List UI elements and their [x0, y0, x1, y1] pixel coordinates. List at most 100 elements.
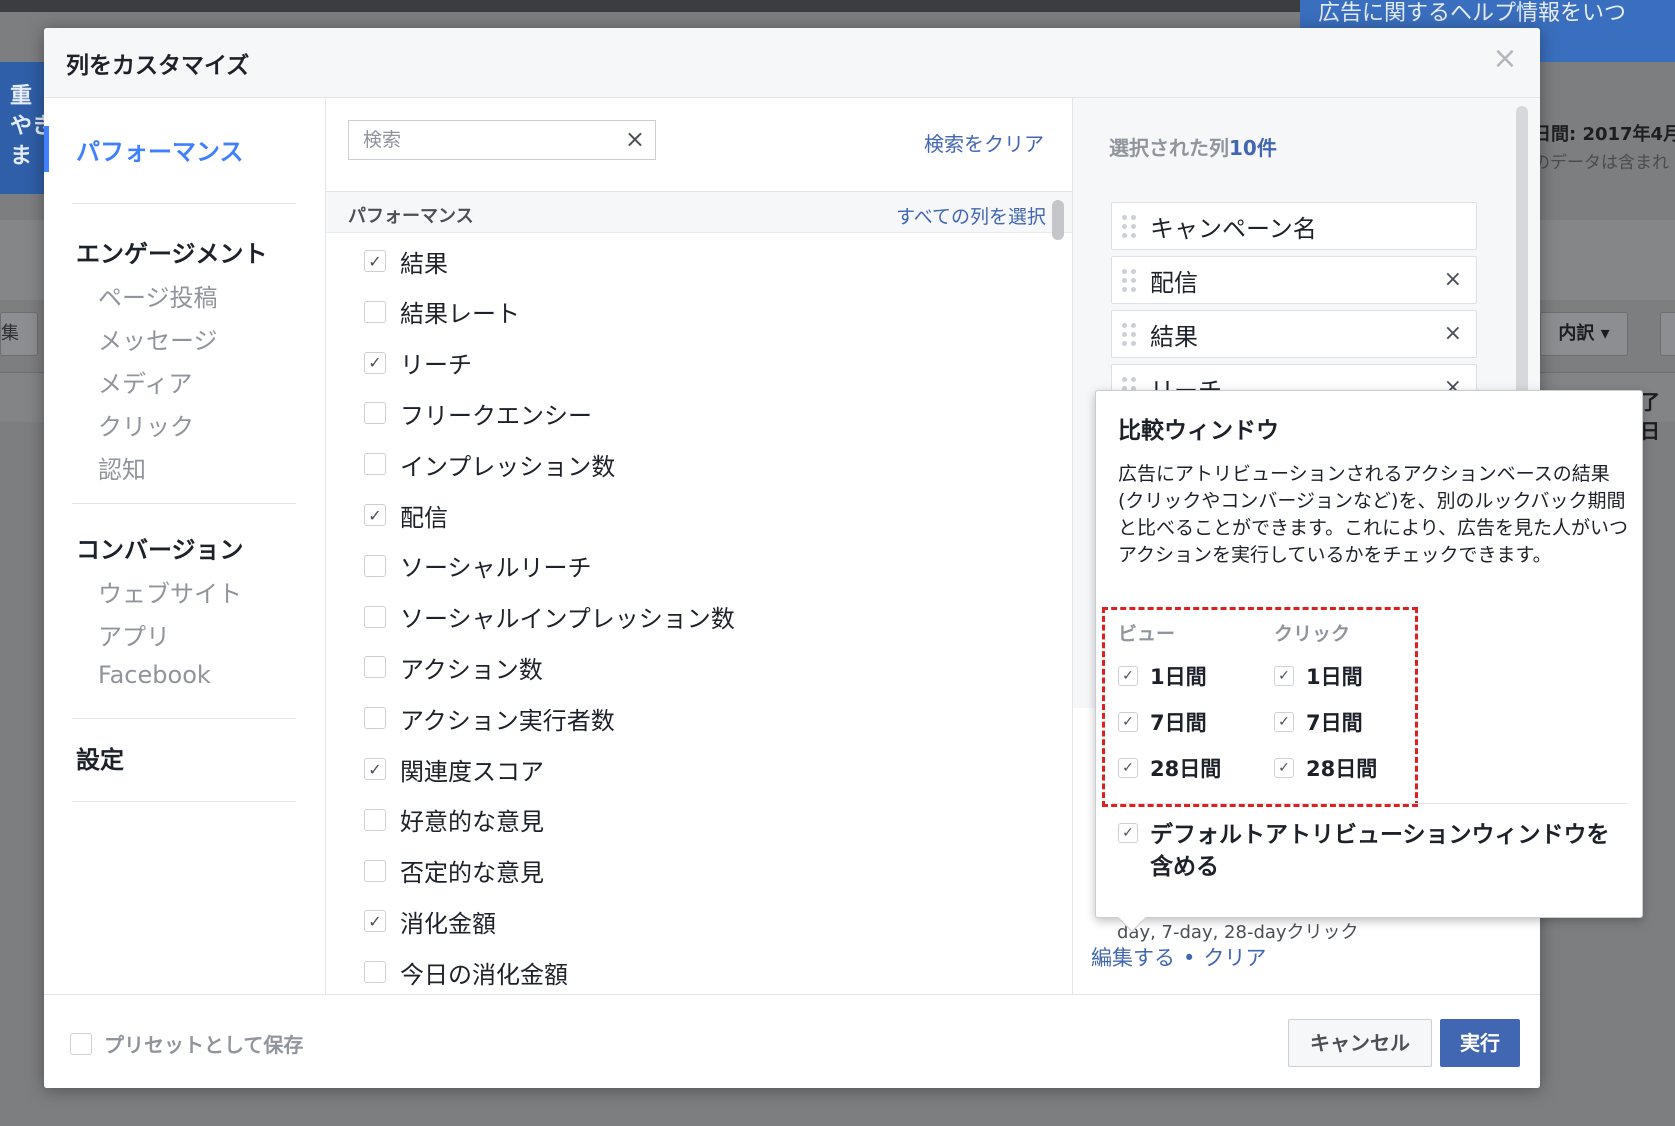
checkbox-checked-icon: ✓	[364, 250, 386, 272]
column-list: ✓ 結果 結果レート ✓ リーチ フリークエンシー インプレッション数 ✓ 配信 ソーシャルリーチ…	[326, 233, 1072, 994]
column-option-label: 結果レート	[400, 300, 520, 329]
nav-item-engagement[interactable]: エンゲージメント	[76, 234, 268, 269]
popover-divider	[1112, 803, 1628, 804]
window-label: 28日間	[1306, 757, 1378, 781]
nav-subitem-clicks[interactable]: クリック	[98, 407, 194, 442]
nav-subitem-messages[interactable]: メッセージ	[98, 321, 218, 356]
selected-columns-count: 選択された列10件	[1109, 132, 1277, 161]
edit-link[interactable]: 編集する	[1091, 946, 1175, 970]
selected-column-label: 結果	[1150, 322, 1198, 351]
window-label: 1日間	[1306, 665, 1363, 689]
column-option-label: アクション数	[400, 655, 543, 684]
nav-item-conversion[interactable]: コンバージョン	[76, 530, 244, 565]
popover-description: 広告にアトリビューションされるアクションベースの結果(クリックやコンバージョンな…	[1118, 463, 1628, 566]
modal-footer: プリセットとして保存 キャンセル 実行	[44, 994, 1540, 1088]
column-option-label: 関連度スコア	[400, 757, 544, 786]
column-option[interactable]: ✓ リーチ	[364, 343, 472, 383]
nav-subitem-facebook[interactable]: Facebook	[98, 661, 211, 689]
view-window-7day-checkbox[interactable]: ✓ 7日間	[1118, 707, 1207, 737]
checkbox-checked-icon: ✓	[1118, 758, 1138, 778]
column-option[interactable]: アクション実行者数	[364, 698, 615, 738]
column-option-label: フリークエンシー	[400, 401, 592, 430]
column-option[interactable]: アクション数	[364, 647, 543, 687]
column-option[interactable]: ✓ 結果	[364, 241, 448, 281]
view-column-header: ビュー	[1118, 623, 1176, 645]
selected-column-item[interactable]: 配信 ×	[1111, 256, 1477, 304]
column-option-label: 好意的な意見	[400, 808, 544, 837]
column-option[interactable]: 結果レート	[364, 292, 520, 332]
column-option-label: 今日の消化金額	[400, 960, 568, 989]
nav-item-settings[interactable]: 設定	[76, 740, 124, 775]
modal-title: 列をカスタマイズ	[66, 53, 250, 79]
close-icon[interactable]: ×	[1488, 42, 1522, 76]
checkbox-icon	[364, 656, 386, 679]
column-option-label: リーチ	[400, 351, 472, 380]
checkbox-checked-icon: ✓	[364, 758, 386, 780]
column-option[interactable]: ソーシャルインプレッション数	[364, 597, 735, 637]
checkbox-icon	[364, 808, 386, 831]
column-option[interactable]: ✓ 関連度スコア	[364, 749, 544, 789]
column-option[interactable]: ✓ 配信	[364, 495, 448, 535]
column-option[interactable]: ✓ 消化金額	[364, 901, 496, 941]
click-column-header: クリック	[1274, 623, 1351, 645]
selected-column-item[interactable]: 結果 ×	[1111, 310, 1477, 358]
default-attribution-label: デフォルトアトリビューションウィンドウを含める	[1150, 822, 1610, 880]
click-window-28day-checkbox[interactable]: ✓ 28日間	[1274, 753, 1377, 783]
column-option[interactable]: フリークエンシー	[364, 393, 592, 433]
column-option-label: 結果	[400, 249, 448, 278]
checkbox-icon	[364, 859, 386, 882]
selected-column-label: 配信	[1150, 268, 1198, 297]
window-label: 28日間	[1150, 757, 1222, 781]
remove-column-icon[interactable]: ×	[1444, 321, 1462, 346]
nav-subitem-media[interactable]: メディア	[98, 364, 192, 399]
selected-column-item[interactable]: キャンペーン名	[1111, 202, 1477, 250]
nav-subitem-website[interactable]: ウェブサイト	[98, 574, 242, 609]
comparison-window-popover: 比較ウィンドウ 広告にアトリビューションされるアクションベースの結果(クリックや…	[1095, 390, 1643, 933]
nav-divider	[72, 801, 296, 802]
checkbox-icon	[364, 402, 386, 425]
column-option[interactable]: ソーシャルリーチ	[364, 546, 592, 586]
click-window-7day-checkbox[interactable]: ✓ 7日間	[1274, 707, 1363, 737]
window-label: 1日間	[1150, 665, 1207, 689]
nav-subitem-app[interactable]: アプリ	[98, 617, 170, 652]
nav-item-performance[interactable]: パフォーマンス	[76, 132, 244, 167]
clear-link[interactable]: クリア	[1203, 946, 1266, 970]
popover-title: 比較ウィンドウ	[1118, 418, 1279, 444]
column-picker: × 検索をクリア パフォーマンス すべての列を選択 ✓ 結果結果レート ✓ リーチフリ…	[326, 98, 1072, 994]
checkbox-checked-icon: ✓	[364, 504, 386, 526]
click-window-1day-checkbox[interactable]: ✓ 1日間	[1274, 661, 1363, 691]
view-window-28day-checkbox[interactable]: ✓ 28日間	[1118, 753, 1221, 783]
column-option[interactable]: 否定的な意見	[364, 851, 544, 891]
background-breakdown-button: 内訳 ▾	[1540, 312, 1628, 356]
save-preset-checkbox[interactable]: プリセットとして保存	[70, 1029, 303, 1058]
nav-subitem-awareness[interactable]: 認知	[98, 450, 146, 485]
remove-column-icon[interactable]: ×	[1444, 267, 1462, 292]
column-option-label: 否定的な意見	[400, 859, 544, 888]
drag-handle-icon[interactable]	[1122, 214, 1136, 238]
search-box: ×	[348, 120, 656, 160]
apply-button[interactable]: 実行	[1440, 1019, 1520, 1067]
clear-icon[interactable]: ×	[625, 125, 645, 153]
clear-search-link[interactable]: 検索をクリア	[924, 128, 1044, 157]
column-option[interactable]: 今日の消化金額	[364, 952, 568, 992]
column-group-title: パフォーマンス	[348, 206, 474, 227]
column-option-label: 配信	[400, 503, 448, 532]
drag-handle-icon[interactable]	[1122, 268, 1136, 292]
nav-subitem-page-posts[interactable]: ページ投稿	[98, 278, 218, 313]
checkbox-icon	[70, 1032, 92, 1055]
cancel-button[interactable]: キャンセル	[1288, 1019, 1432, 1067]
nav-divider	[72, 203, 296, 204]
column-option-label: 消化金額	[400, 909, 496, 938]
checkbox-icon	[364, 961, 386, 984]
column-option[interactable]: インプレッション数	[364, 444, 615, 484]
view-window-1day-checkbox[interactable]: ✓ 1日間	[1118, 661, 1207, 691]
drag-handle-icon[interactable]	[1122, 322, 1136, 346]
separator-dot: •	[1183, 946, 1196, 970]
checkbox-checked-icon: ✓	[1274, 666, 1294, 686]
search-input[interactable]	[349, 121, 609, 159]
column-option-label: ソーシャルインプレッション数	[400, 605, 735, 634]
default-attribution-checkbox[interactable]: ✓ デフォルトアトリビューションウィンドウを含める	[1118, 819, 1630, 883]
checkbox-icon	[364, 300, 386, 323]
column-option[interactable]: 好意的な意見	[364, 800, 544, 840]
select-all-columns-link[interactable]: すべての列を選択	[896, 202, 1046, 229]
